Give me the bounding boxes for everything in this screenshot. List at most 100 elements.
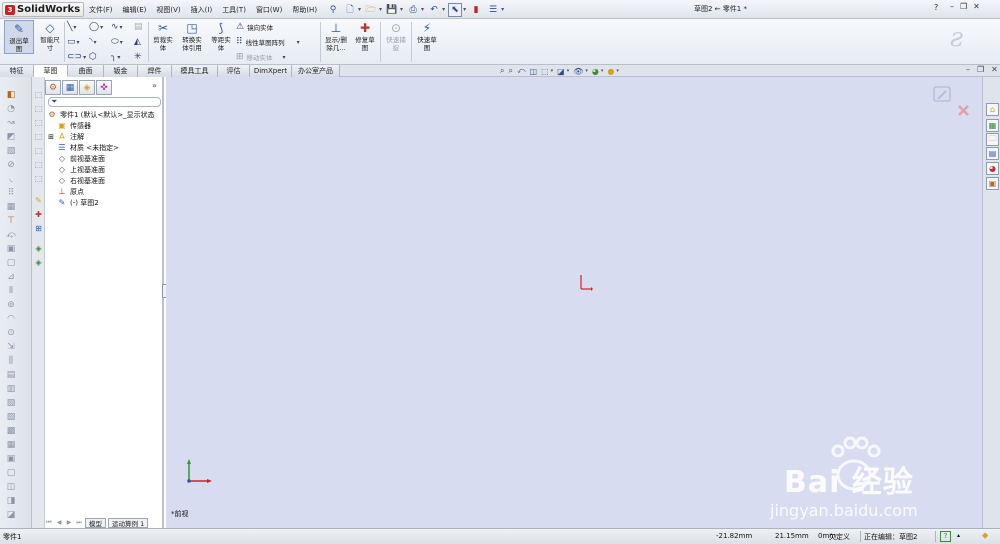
reference-geometry-icon[interactable]: ⊤	[5, 215, 17, 227]
print-icon[interactable]: ⎙	[406, 3, 420, 17]
knit-surface-icon[interactable]: ▣	[5, 453, 17, 465]
select-dropdown-icon[interactable]: ▾	[463, 6, 466, 13]
save-icon[interactable]: 💾	[385, 3, 399, 17]
extend-surface-icon[interactable]: ◫	[5, 481, 17, 493]
doc-restore-button[interactable]: ❐	[977, 65, 984, 74]
boundary-icon[interactable]: ▧	[5, 145, 17, 157]
tree-item-right-plane[interactable]: ◇ 右视基准面	[57, 175, 105, 186]
appearance-dropdown-icon[interactable]: ▾	[601, 68, 604, 74]
fillet-tool[interactable]: ╮ ▾	[111, 50, 120, 64]
custom-properties-icon[interactable]: ▣	[986, 177, 999, 190]
rebuild-status-icon[interactable]: ⬥	[982, 531, 988, 541]
curves-icon[interactable]: ⤽	[5, 229, 17, 241]
doc-close-button[interactable]: ✕	[991, 65, 998, 74]
zoom-area-icon[interactable]: ⌕	[508, 66, 512, 76]
display-style-icon[interactable]: ◪	[557, 67, 565, 76]
options-dropdown-icon[interactable]: ▾	[501, 6, 504, 13]
hole-wizard-icon[interactable]: ⊙	[5, 327, 17, 339]
solidworks-resources-icon[interactable]: ⌂	[986, 103, 999, 116]
tab-weldments[interactable]: 焊件	[138, 65, 172, 77]
sketch-relations-icon[interactable]: ⊞	[33, 223, 44, 234]
tree-item-sketch2[interactable]: ✎ (-) 草图2	[57, 197, 99, 208]
discard-changes-icon[interactable]	[958, 105, 969, 116]
move-entities-tool[interactable]: ⊞ 移动实体 ▾	[236, 50, 286, 64]
spline-tool[interactable]: ∿ ▾	[111, 20, 123, 34]
top-view-icon[interactable]: ⬚	[33, 145, 44, 156]
arc-tool[interactable]: ◝ ▾	[89, 35, 97, 49]
cut-icon[interactable]: ⊘	[5, 159, 17, 171]
tab-sketch[interactable]: 草图	[34, 65, 68, 77]
right-view-icon[interactable]: ⬚	[33, 131, 44, 142]
ellipse-tool[interactable]: ⬭ ▾	[111, 35, 123, 49]
rectangle-tool[interactable]: ▭ ▾	[67, 35, 80, 49]
tab-motion-study[interactable]: 运动算例 1	[108, 518, 149, 528]
propertymanager-tab-icon[interactable]: ▦	[62, 80, 78, 95]
help-status-icon[interactable]: ?	[940, 531, 951, 542]
view-palette-icon[interactable]: ▤	[986, 147, 999, 160]
text-tool[interactable]: ▤	[134, 20, 143, 34]
offset-entities-button[interactable]: ⟆ 等距实 体	[208, 20, 234, 52]
surface-loft-icon[interactable]: ▨	[5, 411, 17, 423]
surface-revolve-icon[interactable]: ▥	[5, 383, 17, 395]
view-orientation-icon[interactable]: ⬚	[541, 67, 549, 76]
design-library-icon[interactable]: ▦	[986, 119, 999, 132]
front-view-icon[interactable]: ⬚	[33, 89, 44, 100]
move-face-icon[interactable]: ⇲	[5, 341, 17, 353]
rapid-sketch-button[interactable]: ⚡ 快速草 图	[413, 20, 441, 52]
surface-sweep-icon[interactable]: ▧	[5, 397, 17, 409]
first-tab-arrow-icon[interactable]: ⏮	[45, 518, 53, 528]
tab-surfaces[interactable]: 曲面	[68, 65, 104, 77]
rib-icon[interactable]: ▦	[5, 201, 17, 213]
loft-icon[interactable]: ◩	[5, 131, 17, 143]
file-explorer-icon[interactable]: 🗀	[986, 133, 999, 146]
tree-item-annotations[interactable]: ⊞ A 注解	[47, 131, 84, 142]
restore-button[interactable]: ❐	[960, 2, 967, 11]
repair-sketch-button[interactable]: ✚ 修复草 图	[352, 20, 378, 52]
featuremanager-tab-icon[interactable]: ⚙	[45, 80, 61, 95]
last-tab-arrow-icon[interactable]: ⏭	[75, 518, 83, 528]
scene-dropdown-icon[interactable]: ▾	[616, 68, 619, 74]
split-icon[interactable]: ⫼	[5, 355, 17, 367]
pattern-icon[interactable]: ⠿	[5, 187, 17, 199]
point-tool[interactable]: ✳	[134, 50, 142, 64]
draft-icon[interactable]: ⊿	[5, 271, 17, 283]
expand-panel-button[interactable]: »	[152, 81, 157, 90]
instant3d-icon[interactable]: ▣	[5, 243, 17, 255]
revolve-icon[interactable]: ◔	[5, 103, 17, 115]
mirror-tool[interactable]: ⚠ 镜向实体	[236, 20, 273, 34]
fillet-feature-icon[interactable]: ◟	[5, 173, 17, 185]
tree-item-top-plane[interactable]: ◇ 上视基准面	[57, 164, 105, 175]
exit-sketch-corner-icon[interactable]	[933, 86, 951, 102]
menu-help[interactable]: 帮助(H)	[287, 5, 322, 15]
tab-model[interactable]: 模型	[85, 518, 106, 528]
appearances-icon[interactable]: ◕	[986, 162, 999, 175]
trim-surface-icon[interactable]: ▢	[5, 467, 17, 479]
menu-edit[interactable]: 编辑(E)	[118, 5, 152, 15]
status-dropdown-icon[interactable]: ▴	[957, 532, 960, 539]
tab-dimxpert[interactable]: DimXpert	[250, 65, 292, 77]
expand-icon[interactable]: ⊞	[47, 132, 55, 142]
delete-face-icon[interactable]: ◪	[5, 509, 17, 521]
help-icon[interactable]: ?	[934, 3, 938, 12]
left-view-icon[interactable]: ⬚	[33, 117, 44, 128]
tree-filter-input[interactable]: ⏷	[48, 97, 161, 107]
tree-item-origin[interactable]: ⊥ 原点	[57, 186, 84, 197]
dimxpert-tab-icon[interactable]: ✜	[96, 80, 112, 95]
tab-evaluate[interactable]: 评估	[218, 65, 250, 77]
thicken-icon[interactable]: ◨	[5, 495, 17, 507]
polygon-tool[interactable]: ⬡	[89, 50, 97, 64]
configurationmanager-tab-icon[interactable]: ◈	[79, 80, 95, 95]
open-icon[interactable]: 🗁	[364, 3, 378, 17]
offset-surface-icon[interactable]: ▦	[5, 439, 17, 451]
tree-item-material[interactable]: ☰ 材质 <未指定>	[57, 142, 119, 153]
tab-features[interactable]: 特征	[0, 65, 34, 77]
section-view-icon[interactable]: ◫	[530, 67, 538, 76]
save-dropdown-icon[interactable]: ▾	[400, 6, 403, 13]
menu-window[interactable]: 窗口(W)	[251, 5, 287, 15]
tab-office-products[interactable]: 办公室产品	[292, 65, 340, 77]
exit-sketch-button[interactable]: ✎ 退出草 图	[4, 20, 34, 54]
display-delete-relations-button[interactable]: ⊥ 显示/删 除几...	[322, 20, 350, 52]
line-tool[interactable]: ╲ ▾	[67, 20, 76, 34]
tree-root[interactable]: ⚙ 零件1 (默认<默认>_显示状态	[47, 109, 154, 120]
tab-sheet-metal[interactable]: 钣金	[104, 65, 138, 77]
